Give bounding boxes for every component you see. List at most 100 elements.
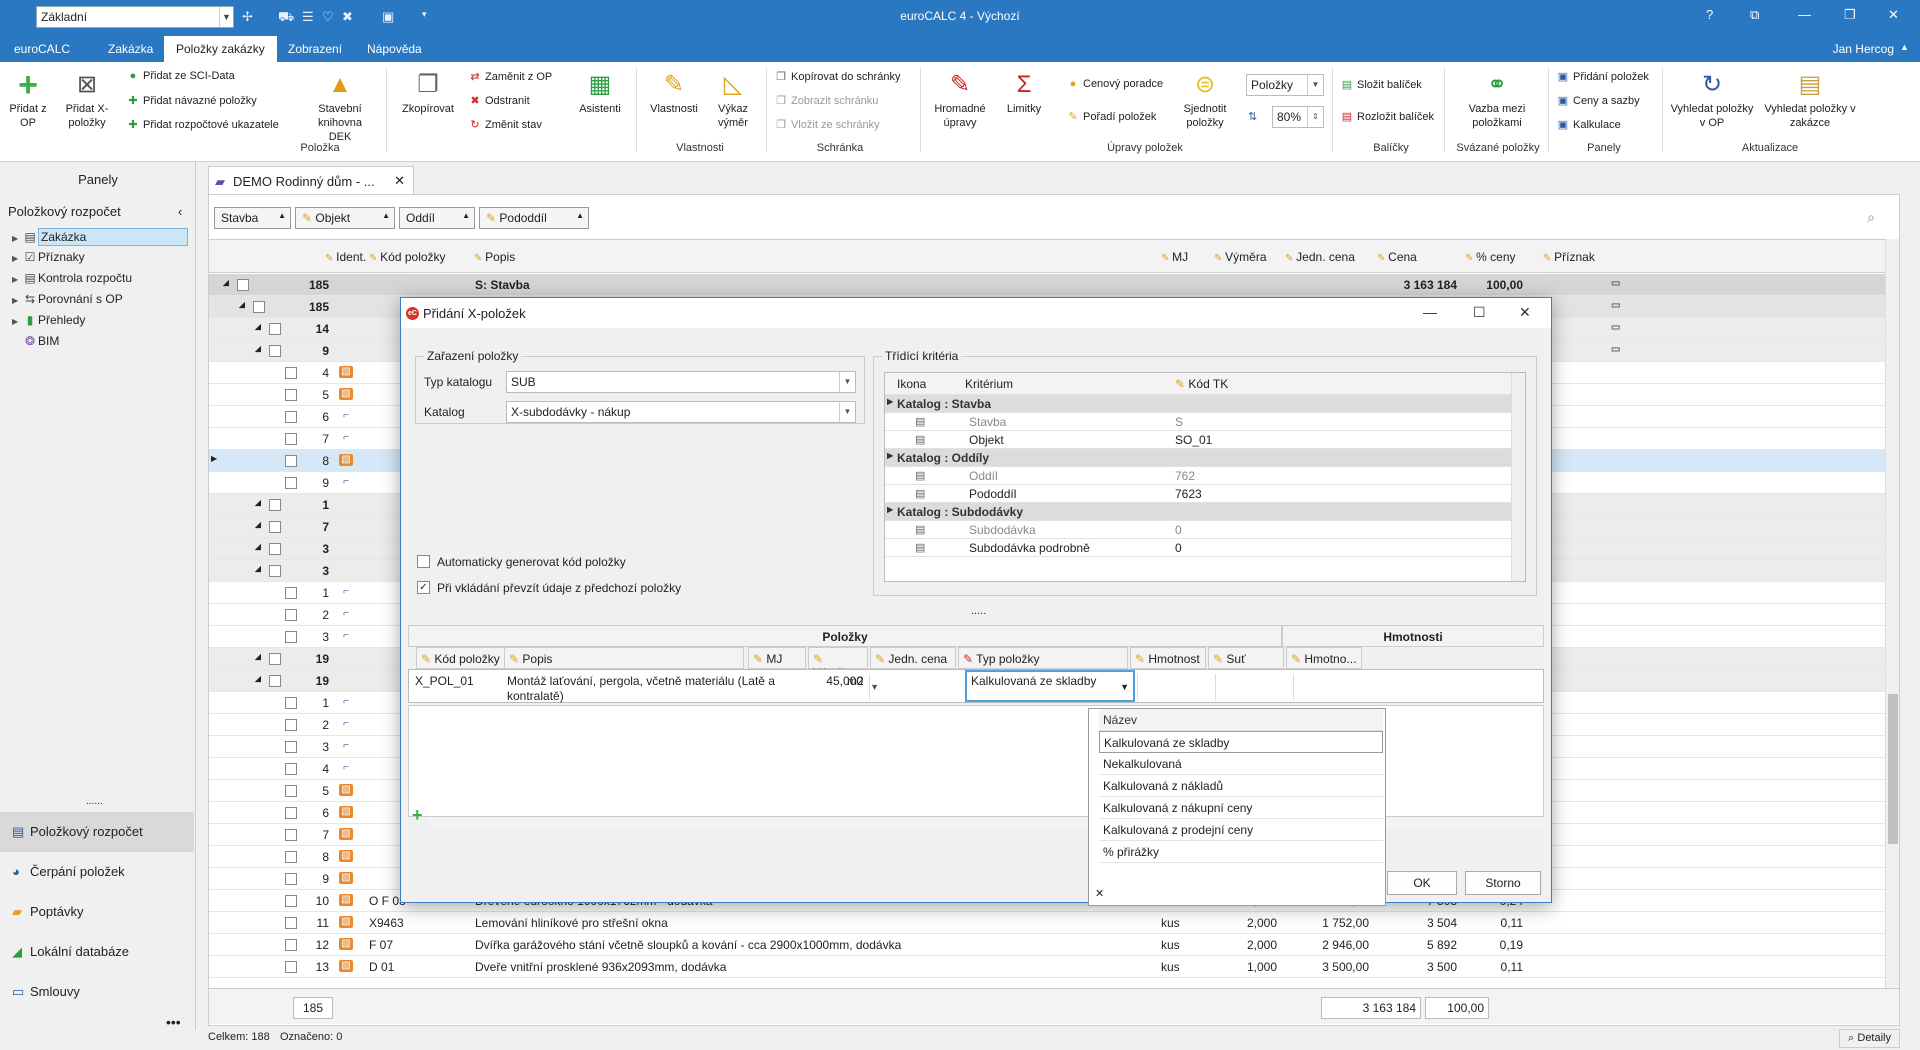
- chevron-down-icon[interactable]: ▼: [1307, 75, 1323, 95]
- item-jedn-cena[interactable]: [869, 674, 964, 700]
- cenovy-poradce-button[interactable]: ● Cenový poradce: [1066, 78, 1163, 90]
- row-checkbox[interactable]: [285, 807, 297, 819]
- vyhledat-op-button[interactable]: ↻ Vyhledat položky v OP: [1670, 70, 1754, 130]
- col-kod[interactable]: Kód položky: [369, 250, 445, 264]
- expand-icon[interactable]: ▶: [12, 275, 22, 284]
- row-checkbox[interactable]: [285, 851, 297, 863]
- item-vymera[interactable]: 45,000: [799, 674, 867, 688]
- row-checkbox[interactable]: [285, 455, 297, 467]
- expand-icon[interactable]: ◢: [255, 674, 261, 683]
- collapse-panel-icon[interactable]: ‹: [178, 204, 182, 219]
- col-kriterium[interactable]: Kritérium: [965, 377, 1013, 391]
- minimize-icon[interactable]: —: [1423, 304, 1437, 320]
- pridat-sci-button[interactable]: ● Přidat ze SCI-Data: [126, 70, 235, 82]
- kalkulace-button[interactable]: ▣ Kalkulace: [1556, 118, 1621, 131]
- slozit-balicek-button[interactable]: ▤ Složit balíček: [1340, 78, 1422, 91]
- row-checkbox[interactable]: [285, 939, 297, 951]
- col-ikona[interactable]: Ikona: [897, 377, 926, 391]
- expand-icon[interactable]: ▶: [887, 505, 893, 514]
- expand-icon[interactable]: ▶: [12, 296, 22, 305]
- typ-katalogu-select[interactable]: SUB ▼: [506, 371, 856, 393]
- dropdown-option[interactable]: Kalkulovaná z nákupní ceny: [1099, 797, 1383, 819]
- odstranit-button[interactable]: ✖ Odstranit: [468, 94, 529, 107]
- poradi-polozek-button[interactable]: ✎ Pořadí položek: [1066, 110, 1156, 123]
- menu-polozky-zakazky[interactable]: Položky zakázky: [164, 36, 277, 62]
- col-jedn-cena[interactable]: Jedn. cena: [1285, 250, 1355, 264]
- help-icon[interactable]: ?: [1706, 7, 1713, 22]
- ceny-sazby-button[interactable]: ▣ Ceny a sazby: [1556, 94, 1640, 107]
- clear-icon[interactable]: ✕: [1095, 887, 1104, 900]
- menu-zakazka[interactable]: Zakázka: [108, 42, 153, 56]
- chevron-down-icon[interactable]: ▼: [839, 372, 855, 392]
- dropdown-option[interactable]: Kalkulovaná z prodejní ceny: [1099, 819, 1383, 841]
- expand-icon[interactable]: ◢: [255, 322, 261, 331]
- tree-item-porovnani[interactable]: ▶ ⇆ Porovnání s OP: [12, 292, 123, 306]
- row-checkbox[interactable]: [285, 917, 297, 929]
- criteria-row[interactable]: ▤ Oddíl 762: [885, 467, 1511, 485]
- filter-pododdil[interactable]: ✎ Pododdíl ▲: [479, 207, 589, 229]
- nav-lokalni[interactable]: ◢ Lokální databáze: [0, 932, 194, 972]
- zkopirovat-button[interactable]: ❐ Zkopírovat: [394, 70, 462, 116]
- row-checkbox[interactable]: [285, 895, 297, 907]
- rozlozit-balicek-button[interactable]: ▤ Rozložit balíček: [1340, 110, 1434, 123]
- criteria-group-row[interactable]: ▶ Katalog : Subdodávky: [885, 503, 1511, 521]
- tree-item-priznaky[interactable]: ▶ ☑ Příznaky: [12, 250, 85, 264]
- auto-generate-checkbox[interactable]: [417, 555, 430, 568]
- row-checkbox[interactable]: [285, 873, 297, 885]
- storno-button[interactable]: Storno: [1465, 871, 1541, 895]
- col-ident[interactable]: Ident.: [325, 250, 366, 264]
- col-popis[interactable]: Popis: [474, 250, 515, 264]
- criteria-row[interactable]: ▤ Stavba S: [885, 413, 1511, 431]
- maximize-icon[interactable]: ❐: [1844, 7, 1856, 23]
- items-col-header[interactable]: ✎ Jedn. cena: [870, 647, 956, 669]
- menu-napoveda[interactable]: Nápověda: [367, 42, 422, 56]
- expand-icon[interactable]: ▶: [12, 234, 22, 243]
- row-checkbox[interactable]: [285, 961, 297, 973]
- row-checkbox[interactable]: [285, 411, 297, 423]
- zmenit-stav-button[interactable]: ↻ Změnit stav: [468, 118, 541, 131]
- vlastnosti-button[interactable]: ✎ Vlastnosti: [646, 70, 702, 116]
- item-typ-polozky[interactable]: Kalkulovaná ze skladby ▼: [965, 670, 1135, 702]
- add-row-icon[interactable]: +: [412, 805, 423, 826]
- minimize-icon[interactable]: —: [1798, 7, 1811, 22]
- item-hmotnost[interactable]: [1137, 674, 1213, 700]
- vazba-button[interactable]: ⚭ Vazba mezi položkami: [1456, 70, 1538, 130]
- criteria-row[interactable]: ▤ Subdodávka 0: [885, 521, 1511, 539]
- spinner-icon[interactable]: ⇕: [1307, 107, 1323, 127]
- expand-icon[interactable]: ◢: [255, 520, 261, 529]
- zamenit-button[interactable]: ⇄ Zaměnit z OP: [468, 70, 552, 83]
- tree-item-zakazka[interactable]: ▶ ▤ Zakázka: [12, 228, 188, 246]
- limitky-button[interactable]: Σ Limitky: [998, 70, 1050, 116]
- expand-icon[interactable]: ◢: [255, 542, 261, 551]
- document-tab[interactable]: ▰ DEMO Rodinný dům - ... ✕: [208, 166, 414, 194]
- expand-icon[interactable]: ◢: [255, 498, 261, 507]
- criteria-scrollbar[interactable]: [1511, 373, 1525, 581]
- col-vymera[interactable]: Výměra: [1214, 250, 1266, 264]
- item-hmotnost-2[interactable]: [1293, 674, 1369, 700]
- table-row[interactable]: 13 ▧ D 01 Dveře vnitřní prosklené 936x2093m…: [209, 956, 1899, 978]
- col-mj[interactable]: MJ: [1161, 250, 1188, 264]
- nav-cerpani[interactable]: ◕ Čerpání položek: [0, 852, 194, 892]
- row-checkbox[interactable]: [237, 279, 249, 291]
- filter-stavba[interactable]: Stavba ▲: [214, 207, 291, 229]
- expand-icon[interactable]: ◢: [255, 344, 261, 353]
- row-checkbox[interactable]: [285, 477, 297, 489]
- pridani-polozek-button[interactable]: ▣ Přidání položek: [1556, 70, 1649, 83]
- row-checkbox[interactable]: [285, 829, 297, 841]
- scroll-thumb[interactable]: [1888, 694, 1898, 844]
- table-row[interactable]: 12 ▧ F 07 Dvířka garážového stání včetně sl…: [209, 934, 1899, 956]
- details-button[interactable]: ⌕ Detaily: [1839, 1029, 1900, 1048]
- zoom-spinner[interactable]: 80% ⇕: [1272, 106, 1324, 128]
- close-icon[interactable]: ✕: [1519, 304, 1531, 321]
- row-checkbox[interactable]: [285, 433, 297, 445]
- asistenti-button[interactable]: ▦ Asistenti: [574, 70, 626, 116]
- kopirovat-schranka-button[interactable]: ❐ Kopírovat do schránky: [774, 70, 900, 83]
- menu-zobrazeni[interactable]: Zobrazení: [288, 42, 342, 56]
- nav-smlouvy[interactable]: ▭ Smlouvy: [0, 972, 194, 1012]
- item-popis[interactable]: Montáž laťování, pergola, včetně materiá…: [507, 674, 797, 704]
- hromadne-upravy-button[interactable]: ✎ Hromadné úpravy: [928, 70, 992, 130]
- items-col-header[interactable]: ✎ MJ: [748, 647, 806, 669]
- close-tab-icon[interactable]: ✕: [394, 173, 405, 189]
- more-icon[interactable]: •••: [166, 1014, 181, 1030]
- tree-item-prehledy[interactable]: ▶ ▮ Přehledy: [12, 313, 85, 327]
